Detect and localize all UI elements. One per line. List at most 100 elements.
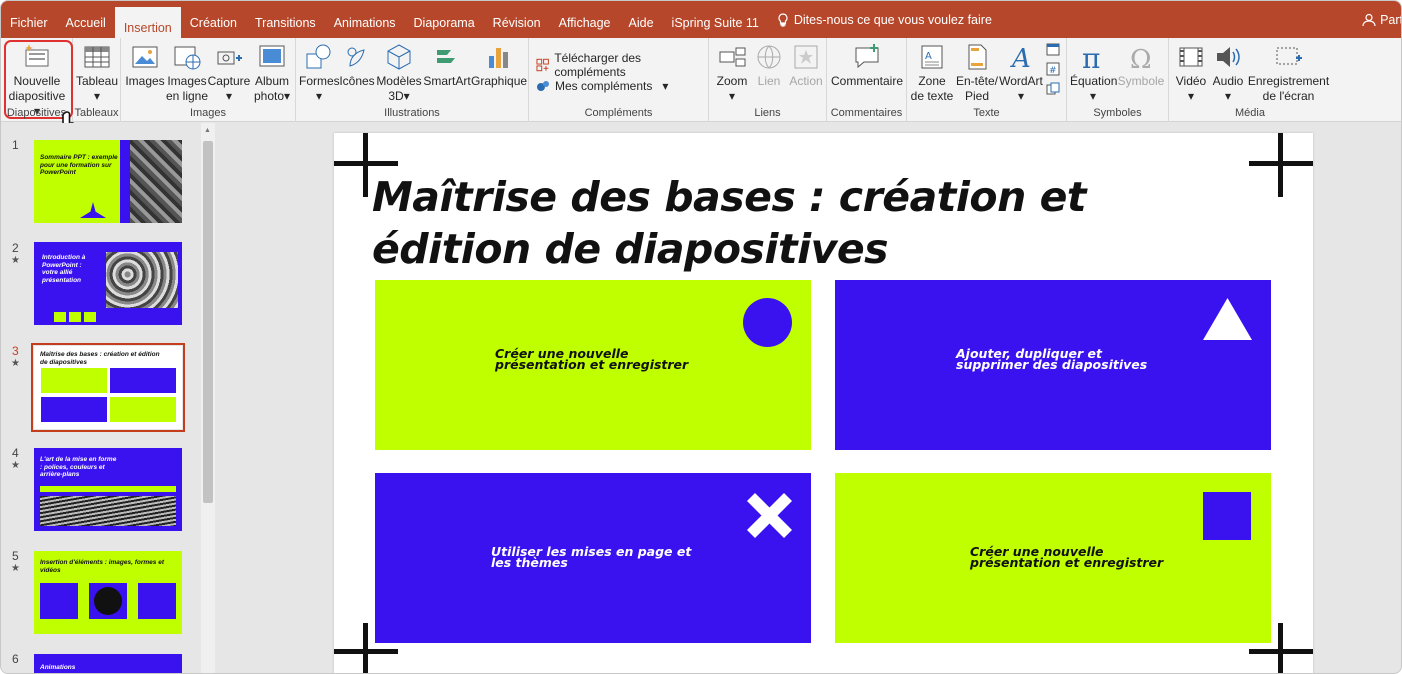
- zoom-label: Zoom: [716, 74, 748, 88]
- triangle-shape: [1203, 298, 1252, 340]
- tell-me-search[interactable]: Dites-nous ce que vous voulez faire: [768, 1, 1001, 38]
- date-time-icon[interactable]: [1046, 42, 1060, 56]
- group-label-complements: Compléments: [584, 107, 653, 119]
- textbox-label-1: Zone: [918, 74, 946, 88]
- comment-button[interactable]: Commentaire: [830, 42, 904, 89]
- tab-fichier[interactable]: Fichier: [1, 1, 57, 38]
- thumb-stripe: [120, 140, 130, 223]
- card-1-text: Créer une nouvelle présentation et enregi…: [495, 346, 689, 372]
- speaker-icon: [1217, 47, 1240, 67]
- animation-star-icon: ★: [11, 563, 20, 574]
- thumb-card: [110, 368, 176, 393]
- thumb-number: 6: [12, 652, 19, 666]
- action-button[interactable]: Action: [787, 42, 825, 89]
- link-button[interactable]: Lien: [751, 42, 787, 89]
- group-liens: Zoom ▾ Lien Action Liens: [709, 38, 827, 122]
- slide-number-icon[interactable]: #: [1046, 62, 1060, 76]
- 3d-models-button[interactable]: Modèles 3D▾: [375, 42, 423, 104]
- table-button[interactable]: Tableau ▾: [75, 42, 119, 104]
- online-images-button[interactable]: Images en ligne: [165, 42, 209, 104]
- thumb-image-box: [89, 583, 127, 619]
- corner-cross: [363, 133, 368, 197]
- images-button[interactable]: Images: [124, 42, 166, 89]
- card-3-text: Utiliser les mises en page et les thèmes: [491, 544, 692, 570]
- thumb-number: 3: [12, 344, 19, 358]
- table-dropdown-icon: ▾: [93, 89, 101, 103]
- card-3[interactable]: Utiliser les mises en page et les thèmes: [375, 473, 811, 643]
- thumb-photo: [130, 140, 182, 223]
- slide-thumbnail-4[interactable]: L'art de la mise en forme : polices, cou…: [34, 448, 182, 531]
- get-addins-label: Télécharger des compléments: [554, 51, 642, 79]
- images-label: Images: [125, 74, 165, 88]
- animation-star-icon: ★: [11, 358, 20, 369]
- zoom-button[interactable]: Zoom ▾: [713, 42, 751, 104]
- thumb-title: Introduction à PowerPoint : votre allié …: [42, 254, 86, 284]
- slide-thumbnail-3[interactable]: Maîtrise des bases : création et édition…: [34, 346, 182, 429]
- equation-label: Équation: [1070, 74, 1118, 88]
- capture-label: Capture: [207, 74, 251, 88]
- video-dropdown-icon: ▾: [1187, 89, 1195, 103]
- table-icon: [84, 46, 110, 68]
- capture-button[interactable]: Capture ▾: [207, 42, 251, 104]
- lightbulb-icon: [778, 12, 788, 27]
- tab-diaporama[interactable]: Diaporama: [405, 1, 484, 38]
- video-button[interactable]: Vidéo ▾: [1172, 42, 1210, 104]
- header-footer-label-2: Pied: [964, 89, 990, 103]
- icons-button[interactable]: Icônes: [339, 42, 375, 89]
- tab-insertion[interactable]: Insertion: [114, 7, 181, 38]
- smartart-button[interactable]: SmartArt: [422, 42, 472, 89]
- screen-recording-icon: [1276, 47, 1302, 65]
- audio-button[interactable]: Audio ▾: [1210, 42, 1246, 104]
- header-footer-button[interactable]: En-tête/ Pied: [955, 42, 999, 104]
- addins-icon: [537, 81, 549, 91]
- tab-transitions[interactable]: Transitions: [246, 1, 325, 38]
- shapes-button[interactable]: Formes ▾: [299, 42, 340, 104]
- tab-creation[interactable]: Création: [181, 1, 246, 38]
- equation-button[interactable]: π Équation ▾: [1070, 42, 1118, 104]
- share-button[interactable]: Part: [1362, 13, 1401, 27]
- object-icon[interactable]: [1046, 82, 1060, 96]
- card-2[interactable]: Ajouter, dupliquer et supprimer des diapo…: [835, 280, 1271, 450]
- smartart-label: SmartArt: [423, 74, 471, 88]
- thumbnail-scroll-thumb[interactable]: [203, 141, 213, 503]
- picture-icon: [132, 46, 158, 68]
- photo-album-button[interactable]: Album photo▾: [251, 42, 293, 104]
- screen-recording-label-2: de l'écran: [1262, 89, 1315, 103]
- slide-thumbnail-2[interactable]: Introduction à PowerPoint : votre allié …: [34, 242, 182, 325]
- tab-affichage[interactable]: Affichage: [550, 1, 620, 38]
- wordart-label: WordArt: [999, 74, 1043, 88]
- my-addins-button[interactable]: Mes compléments ▾: [536, 79, 668, 93]
- card-2-text: Ajouter, dupliquer et supprimer des diapo…: [956, 346, 1148, 372]
- tab-aide[interactable]: Aide: [620, 1, 663, 38]
- tab-ispring[interactable]: iSpring Suite 11: [663, 1, 768, 38]
- slide-title-line-2: édition de diapositives: [372, 225, 889, 273]
- thumb-photo: [40, 496, 176, 526]
- slide-thumbnail-6[interactable]: Animations: [34, 654, 182, 673]
- person-icon: [1362, 13, 1376, 27]
- get-addins-button[interactable]: Télécharger des compléments: [536, 51, 708, 79]
- card-1[interactable]: Créer une nouvelle présentation et enregi…: [375, 280, 811, 450]
- thumb-title: Insertion d'éléments : images, formes et…: [40, 559, 164, 574]
- thumb-number: 5: [12, 549, 19, 563]
- slide-title[interactable]: Maîtrise des bases : création et édition…: [372, 171, 1172, 275]
- textbox-button[interactable]: A Zone de texte: [909, 42, 955, 104]
- wordart-button[interactable]: A WordArt ▾: [998, 42, 1044, 104]
- scroll-up-icon[interactable]: ▲: [204, 127, 211, 134]
- chart-icon: [488, 48, 508, 68]
- online-picture-icon: [174, 46, 201, 70]
- tab-accueil[interactable]: Accueil: [57, 1, 115, 38]
- slide-thumbnail-1[interactable]: Sommaire PPT : exemple pour une formatio…: [34, 140, 182, 223]
- chart-button[interactable]: Graphique: [471, 42, 528, 89]
- tab-revision[interactable]: Révision: [484, 1, 550, 38]
- svg-text:#: #: [1049, 66, 1057, 76]
- slide-thumbnail-5[interactable]: Insertion d'éléments : images, formes et…: [34, 551, 182, 634]
- screen-recording-button[interactable]: Enregistrement de l'écran: [1246, 42, 1331, 104]
- textbox-label-2: de texte: [910, 89, 954, 103]
- svg-text:π: π: [1082, 42, 1100, 72]
- chart-label: Graphique: [471, 74, 528, 88]
- slide-canvas[interactable]: Maîtrise des bases : création et édition…: [334, 133, 1313, 673]
- card-4[interactable]: Créer une nouvelle présentation et enregi…: [835, 473, 1271, 643]
- symbol-button[interactable]: Ω Symbole: [1116, 42, 1166, 89]
- tab-animations[interactable]: Animations: [325, 1, 405, 38]
- link-icon: [757, 45, 781, 69]
